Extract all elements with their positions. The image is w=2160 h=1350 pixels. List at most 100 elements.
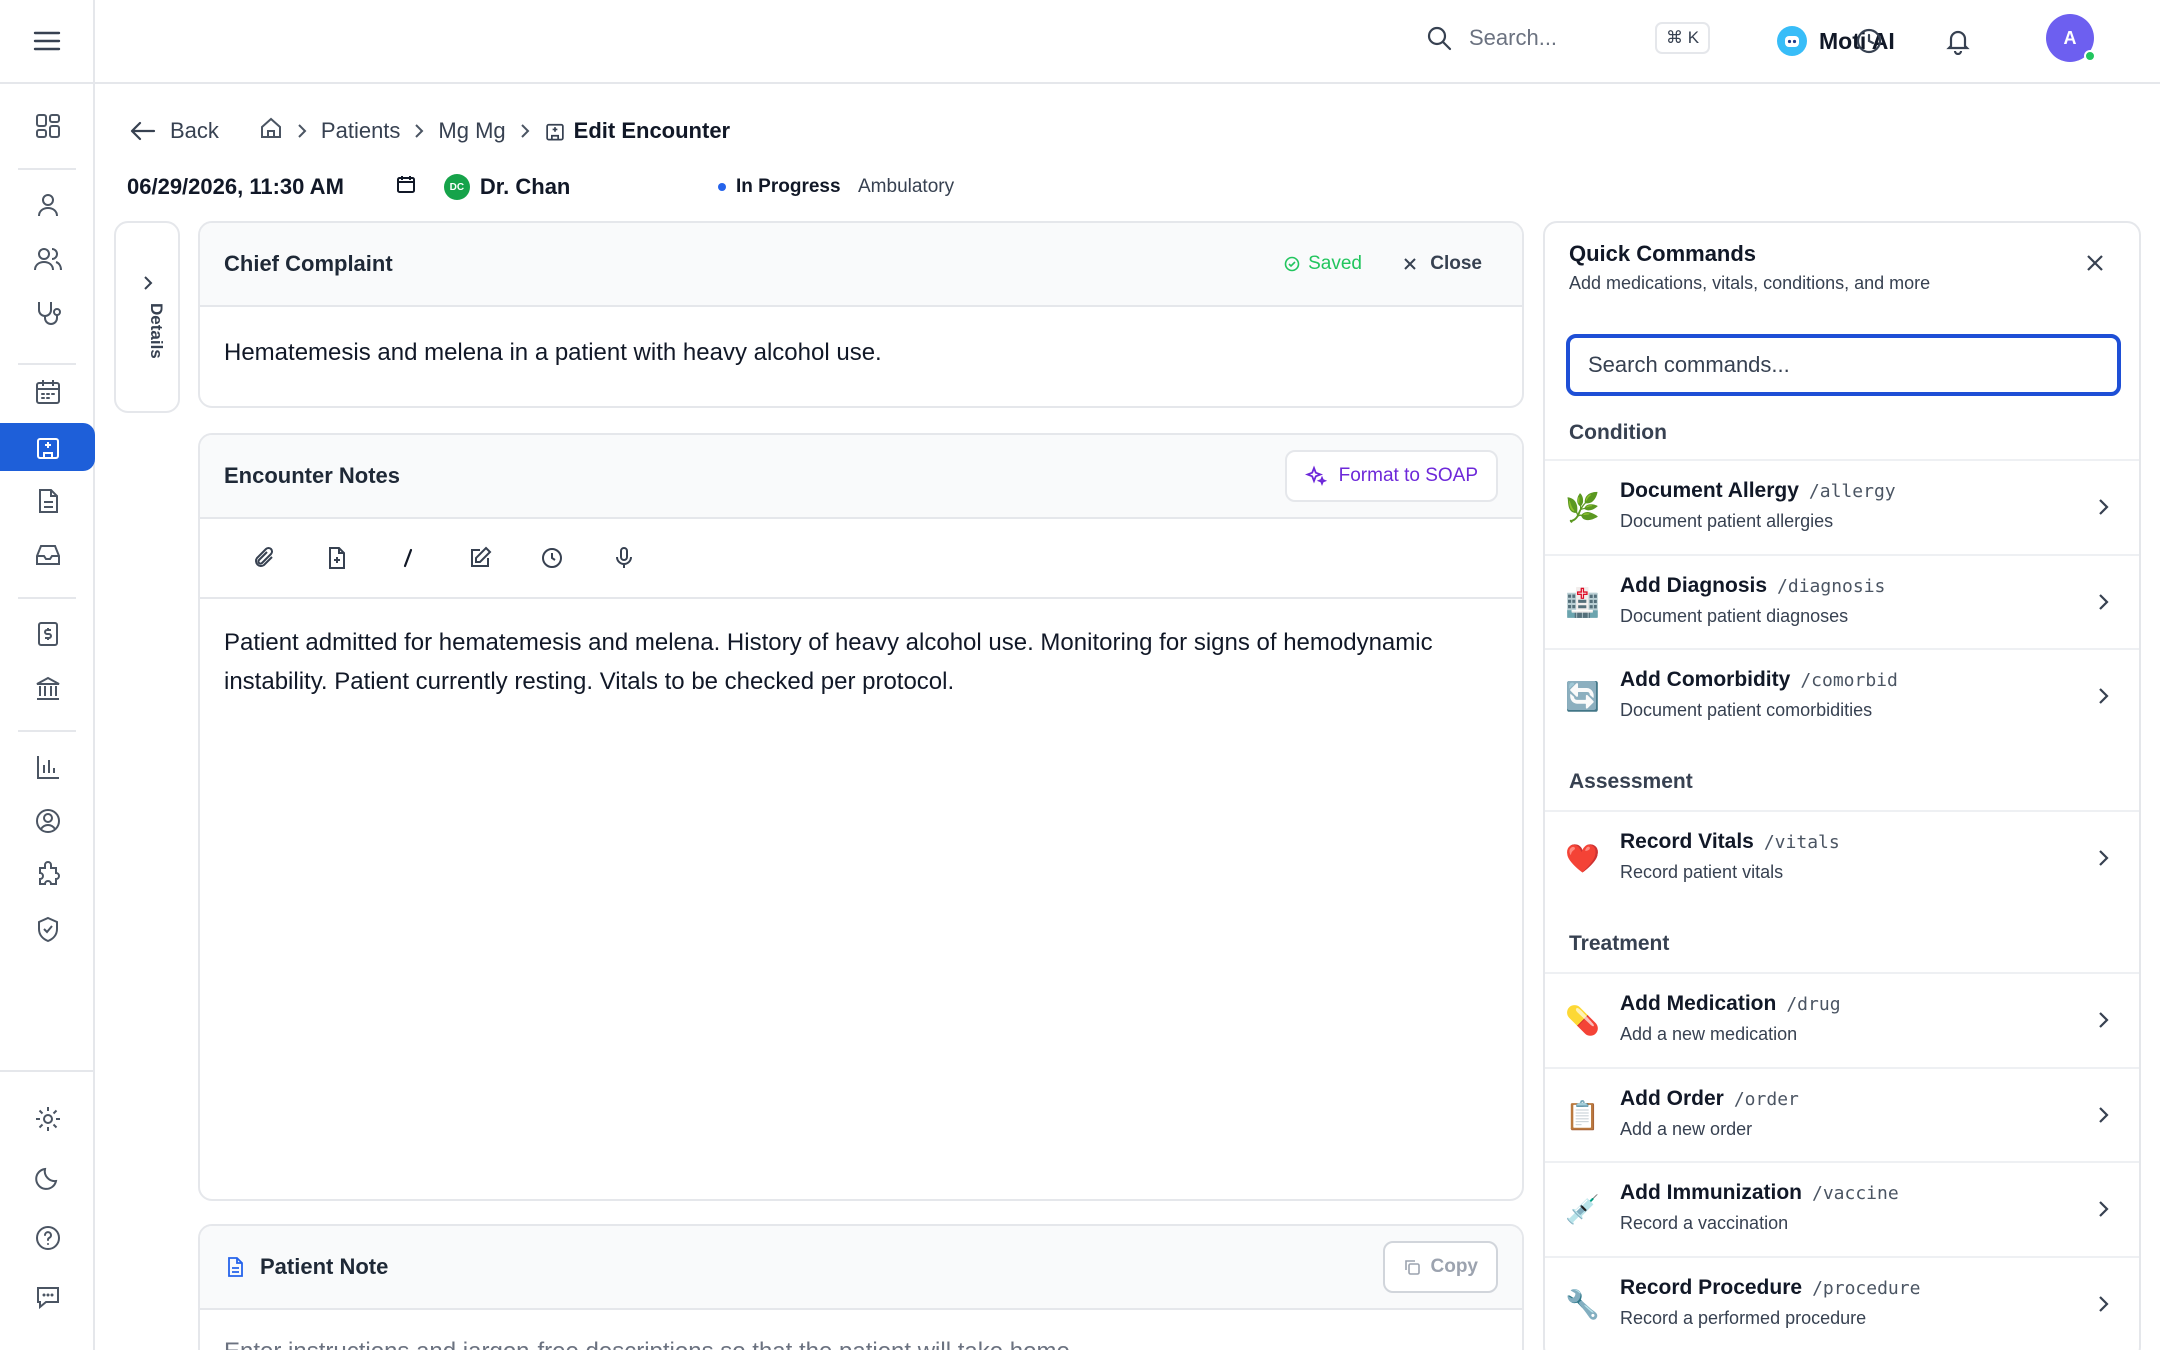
command-item-allergy[interactable]: 🌿 Document Allergy/allergy Document patien… (1545, 459, 2139, 554)
command-description: Document patient diagnoses (1620, 606, 1849, 626)
sidebar-item-settings[interactable] (0, 1095, 95, 1143)
command-emoji-icon: 💉 (1565, 1194, 1600, 1225)
sidebar-item-documents[interactable] (0, 477, 95, 525)
command-emoji-icon: 🔧 (1565, 1289, 1600, 1320)
encounter-datetime[interactable]: 06/29/2026, 11:30 AM (127, 174, 344, 200)
command-item-procedure[interactable]: 🔧 Record Procedure/procedure Record a perf… (1545, 1256, 2139, 1350)
status-badge[interactable]: In Progress (718, 176, 841, 198)
close-label: Close (1430, 253, 1482, 274)
sidebar-item-billing[interactable] (0, 610, 95, 658)
patient-note-title: Patient Note (260, 1254, 389, 1279)
search-shortcut: ⌘ K (1655, 22, 1711, 54)
notifications-button[interactable] (1944, 27, 1972, 60)
chat-icon (36, 1287, 59, 1310)
quick-commands-panel: Quick Commands Add medications, vitals, … (1543, 221, 2141, 1350)
details-toggle[interactable]: Details (114, 221, 180, 413)
command-name: Document Allergy/allergy (1620, 479, 1896, 503)
shield-check-icon (37, 916, 58, 943)
quick-commands-title: Quick Commands (1569, 241, 1757, 266)
command-description: Add a new order (1620, 1119, 1753, 1139)
inbox-icon (35, 545, 60, 565)
chief-complaint-card: Chief Complaint Saved Close Hematemesis … (198, 221, 1524, 408)
command-slash: /vaccine (1812, 1183, 1899, 1204)
command-name: Add Diagnosis/diagnosis (1620, 574, 1885, 598)
close-button[interactable]: Close (1402, 253, 1482, 275)
top-bar: Search... ⌘ K Moti AI A (95, 0, 2160, 84)
close-panel-button[interactable] (2085, 253, 2105, 278)
bell-icon (1946, 30, 1970, 56)
document-icon (38, 489, 58, 513)
command-name: Record Procedure/procedure (1620, 1276, 1920, 1300)
command-item-vaccine[interactable]: 💉 Add Immunization/vaccine Record a vaccin… (1545, 1161, 2139, 1256)
sidebar-item-clinical[interactable] (0, 289, 95, 337)
timestamp-button[interactable] (540, 538, 612, 578)
slash-command-button[interactable] (396, 538, 468, 578)
dictate-button[interactable] (612, 538, 684, 578)
history-button[interactable] (1855, 27, 1883, 60)
patient-note-input[interactable]: Enter instructions and jargon-free descr… (200, 1310, 1522, 1350)
chief-complaint-text[interactable]: Hematemesis and melena in a patient with… (200, 307, 1522, 396)
command-emoji-icon: 💊 (1565, 1005, 1600, 1036)
file-plus-icon (329, 547, 345, 569)
format-to-soap-button[interactable]: Format to SOAP (1284, 450, 1498, 502)
command-item-comorbid[interactable]: 🔄 Add Comorbidity/comorbid Document patien… (1545, 648, 2139, 743)
format-to-soap-label: Format to SOAP (1338, 465, 1478, 486)
command-slash: /procedure (1812, 1278, 1921, 1299)
command-name: Add Order/order (1620, 1087, 1799, 1111)
home-link[interactable] (259, 116, 283, 146)
command-emoji-icon: 🏥 (1565, 587, 1600, 618)
sidebar-item-insurance[interactable] (0, 664, 95, 712)
global-search[interactable]: Search... ⌘ K (1425, 22, 1711, 54)
sidebar-item-patient[interactable] (0, 181, 95, 229)
paperclip-icon (255, 546, 274, 567)
robot-icon (1777, 26, 1807, 56)
command-search-input[interactable]: Search commands... (1566, 334, 2121, 396)
add-file-button[interactable] (324, 538, 396, 578)
command-description: Document patient allergies (1620, 511, 1834, 531)
attach-button[interactable] (252, 538, 324, 578)
sidebar-item-reports[interactable] (0, 743, 95, 791)
command-item-order[interactable]: 📋 Add Order/order Add a new order (1545, 1067, 2139, 1162)
invoice-icon (37, 622, 58, 646)
sidebar-item-calendar[interactable] (0, 368, 95, 416)
sidebar-item-account[interactable] (0, 797, 95, 845)
check-circle-icon (1284, 256, 1300, 272)
date-picker-button[interactable] (396, 174, 416, 200)
provider-selector[interactable]: DC Dr. Chan (443, 174, 570, 200)
chief-complaint-title: Chief Complaint (224, 251, 393, 276)
command-item-drug[interactable]: 💊 Add Medication/drug Add a new medication (1545, 972, 2139, 1067)
section-heading-assessment: Assessment (1569, 770, 1693, 793)
command-name: Add Medication/drug (1620, 992, 1841, 1016)
user-avatar[interactable]: A (2046, 14, 2096, 62)
command-label: Add Order (1620, 1087, 1724, 1110)
breadcrumb-patient-name[interactable]: Mg Mg (438, 118, 505, 144)
command-emoji-icon: 🌿 (1565, 492, 1600, 523)
command-item-vitals[interactable]: ❤️ Record Vitals/vitals Record patient vit… (1545, 810, 2139, 905)
encounter-notes-text[interactable]: Patient admitted for hematemesis and mel… (200, 599, 1500, 725)
clock-icon (1856, 28, 1882, 54)
sidebar-item-help[interactable] (0, 1214, 95, 1262)
sidebar-item-inbox[interactable] (0, 531, 95, 579)
breadcrumb-patients[interactable]: Patients (321, 118, 401, 144)
command-name: Add Comorbidity/comorbid (1620, 668, 1898, 692)
edit-button[interactable] (468, 538, 540, 578)
sidebar-item-patients[interactable] (0, 235, 95, 283)
sidebar-item-feedback[interactable] (0, 1273, 95, 1321)
menu-button[interactable] (0, 0, 93, 84)
hospital-icon (36, 438, 59, 459)
copy-button[interactable]: Copy (1382, 1241, 1498, 1293)
section-heading-treatment: Treatment (1569, 932, 1670, 955)
sidebar-item-theme[interactable] (0, 1154, 95, 1202)
command-slash: /drug (1786, 994, 1841, 1015)
sidebar-item-encounters[interactable] (0, 423, 95, 471)
back-button[interactable]: Back (130, 118, 219, 144)
sidebar-item-security[interactable] (0, 905, 95, 953)
search-input[interactable]: Search... (1469, 25, 1639, 51)
patient-note-header: Patient Note Copy (200, 1226, 1522, 1310)
chevron-right-icon (295, 122, 309, 140)
patient-note-card: Patient Note Copy Enter instructions and… (198, 1224, 1524, 1350)
command-item-diagnosis[interactable]: 🏥 Add Diagnosis/diagnosis Document patient… (1545, 554, 2139, 649)
sidebar-item-dashboard[interactable] (0, 102, 95, 150)
sidebar-item-integrations[interactable] (0, 851, 95, 899)
encounter-type[interactable]: Ambulatory (858, 176, 954, 198)
